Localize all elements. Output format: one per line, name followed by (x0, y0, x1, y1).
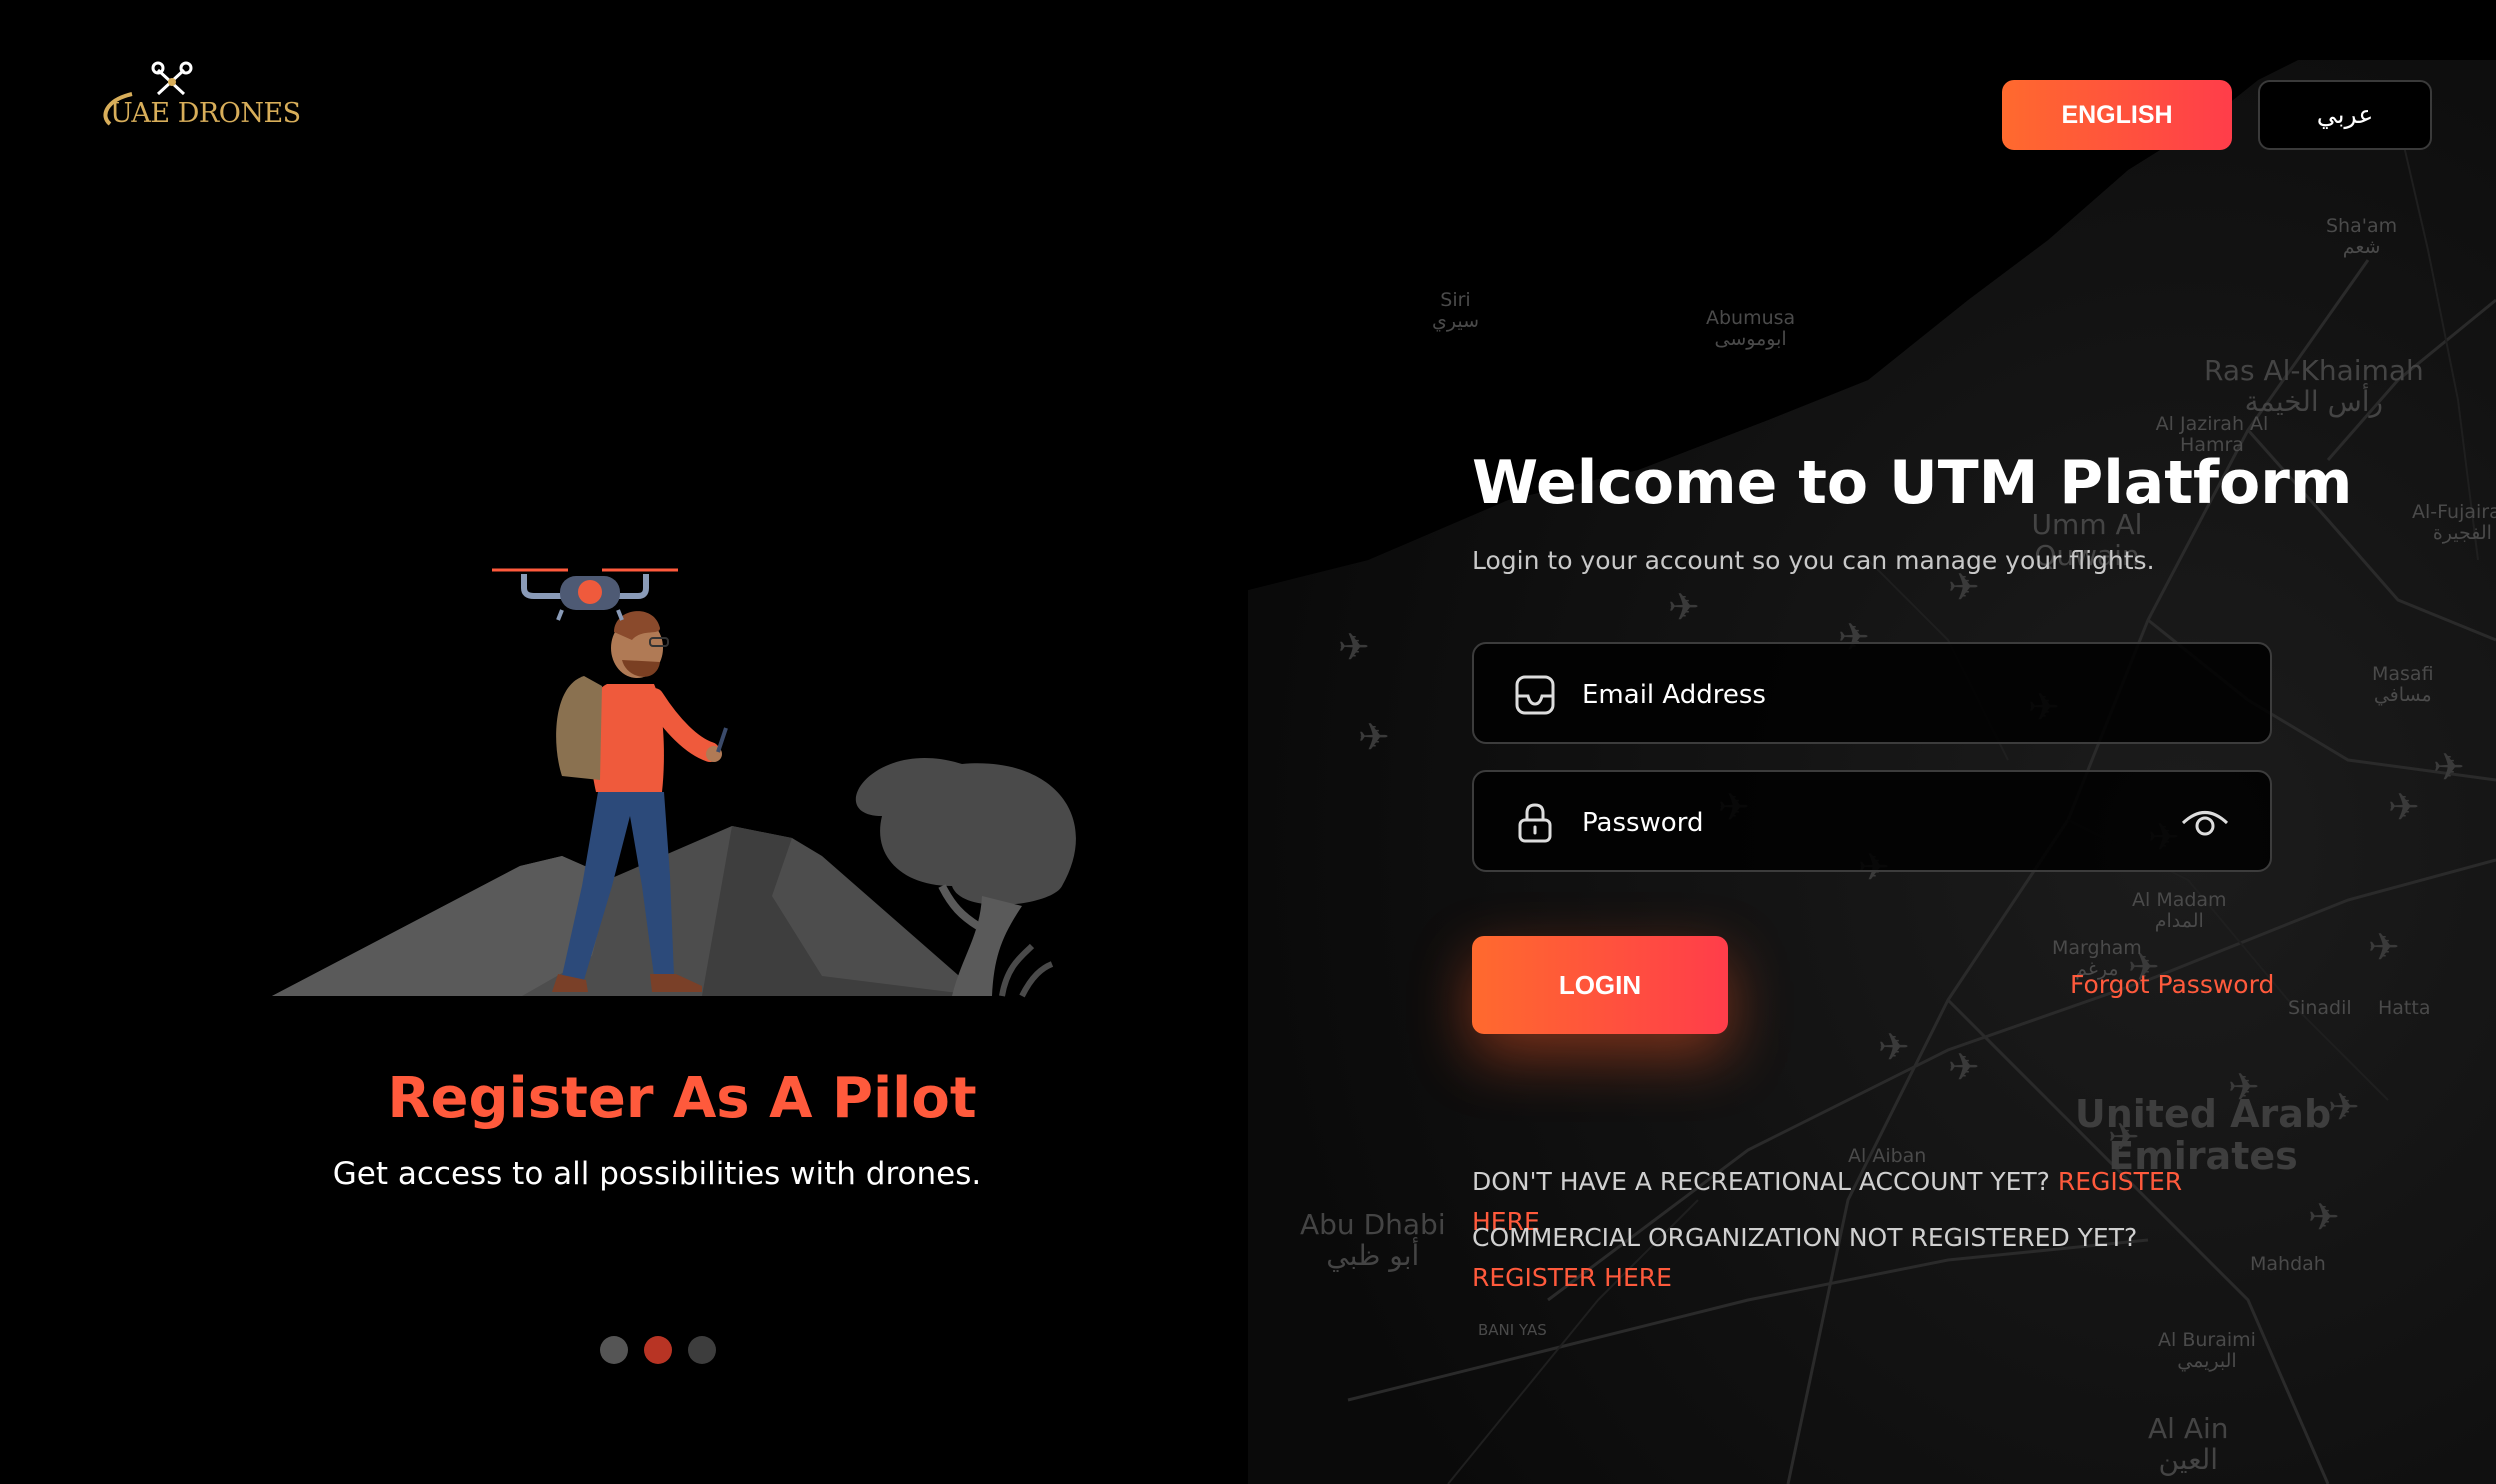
forgot-password-link[interactable]: Forgot Password (2070, 970, 2274, 999)
svg-text:✈: ✈ (1948, 1045, 1980, 1089)
arabic-language-button[interactable]: عربي (2258, 80, 2432, 150)
password-input[interactable] (1582, 800, 2142, 846)
svg-text:✈: ✈ (1358, 715, 1390, 759)
map-label-alburaimi: Al Buraimi البريمي (2158, 1329, 2256, 1372)
map-label-fujairah: Al-Fujairahالفجيرة (2412, 501, 2496, 544)
map-label-mahdah: Mahdah (2250, 1253, 2326, 1275)
svg-text:✈: ✈ (1338, 625, 1370, 669)
password-field[interactable] (1472, 770, 2272, 872)
map-label-hatta: Hatta (2378, 997, 2431, 1019)
svg-text:✈: ✈ (1668, 585, 1700, 629)
map-label-abudhabi: Abu Dhabi أبو ظبي (1300, 1208, 1446, 1272)
inbox-icon (1515, 675, 1555, 715)
svg-text:✈: ✈ (2388, 785, 2420, 829)
map-label-masafi: Masafi مسافي (2372, 663, 2434, 706)
commercial-register-line: COMMERCIAL ORGANIZATION NOT REGISTERED Y… (1472, 1218, 2252, 1298)
logo-text: UAE DRONES (110, 98, 301, 129)
login-button[interactable]: LOGIN (1472, 936, 1728, 1034)
email-field[interactable] (1472, 642, 2272, 744)
commercial-register-link[interactable]: REGISTER HERE (1472, 1263, 1672, 1292)
map-label-siri: Siri سيري (1432, 289, 1480, 332)
svg-text:✈: ✈ (2433, 745, 2465, 789)
email-input[interactable] (1582, 672, 2142, 718)
login-page: ✈ ✈ ✈ ✈ ✈ ✈ ✈ ✈ ✈ ✈ ✈ ✈ ✈ ✈ ✈ ✈ ✈ ✈ ✈ S (0, 0, 2496, 1484)
map-label-shaam: Sha'am شعم (2326, 215, 2398, 258)
uae-drones-logo[interactable]: UAE DRONES (92, 56, 322, 136)
commercial-register-text: COMMERCIAL ORGANIZATION NOT REGISTERED Y… (1472, 1223, 2138, 1252)
map-label-alain: Al Ain العين (2148, 1412, 2229, 1476)
map-label-sinadil: Sinadil (2288, 997, 2352, 1019)
carousel-dot-3[interactable] (688, 1336, 716, 1364)
carousel-slide-subtitle: Get access to all possibilities with dro… (332, 1156, 982, 1192)
map-label-baniyas: BANI YAS (1478, 1321, 1547, 1339)
svg-text:✈: ✈ (2368, 925, 2400, 969)
pilot-illustration (262, 556, 1122, 1006)
welcome-subtitle: Login to your account so you can manage … (1472, 546, 2155, 575)
lock-icon (1518, 803, 1552, 843)
carousel-dots (600, 1336, 716, 1364)
carousel-dot-1[interactable] (600, 1336, 628, 1364)
carousel-dot-2[interactable] (644, 1336, 672, 1364)
svg-text:✈: ✈ (1878, 1025, 1910, 1069)
pilot-drone-illustration (272, 568, 1076, 998)
carousel-slide-title: Register As A Pilot (387, 1066, 977, 1131)
svg-text:✈: ✈ (2308, 1195, 2340, 1239)
english-language-button[interactable]: ENGLISH (2002, 80, 2232, 150)
map-label-abumusa: Abumusa ابوموسى (1706, 307, 1796, 350)
map-label-almadam: Al Madam المدام (2132, 889, 2227, 932)
map-label-rak: Ras Al-Khaimah رأس الخيمة (2204, 354, 2424, 418)
eye-icon[interactable] (2180, 804, 2230, 842)
welcome-title: Welcome to UTM Platform (1472, 448, 2353, 518)
drone-graphic (492, 568, 678, 621)
recreational-register-text: DON'T HAVE A RECREATIONAL ACCOUNT YET? (1472, 1167, 2058, 1196)
